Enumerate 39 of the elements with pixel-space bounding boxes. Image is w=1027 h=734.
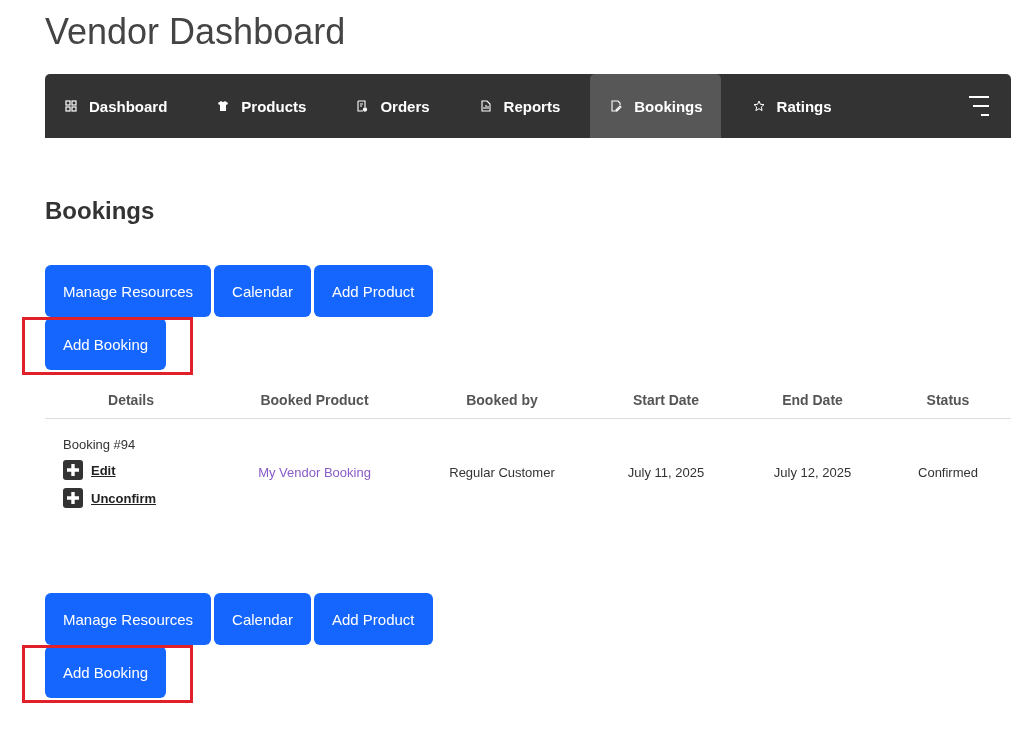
receipt-icon bbox=[356, 100, 369, 112]
section-title: Bookings bbox=[45, 196, 156, 226]
column-header: Status bbox=[925, 392, 971, 408]
action-button[interactable]: Add Booking bbox=[45, 646, 167, 698]
action-button[interactable]: Add Booking bbox=[45, 318, 167, 370]
row-action-link[interactable]: Edit bbox=[63, 460, 217, 480]
grid-icon bbox=[65, 100, 77, 112]
edit-icon bbox=[610, 100, 623, 112]
nav-tab[interactable]: Ratings bbox=[740, 74, 850, 138]
table-cell-text: July 12, 2025 bbox=[772, 465, 853, 480]
column-header: Booked Product bbox=[259, 392, 370, 408]
chart-icon bbox=[479, 100, 492, 112]
action-button[interactable]: Calendar bbox=[214, 265, 311, 317]
nav-tab[interactable]: Dashboard bbox=[53, 74, 186, 138]
table-cell-text: July 11, 2025 bbox=[626, 465, 706, 480]
nav-tab[interactable]: Orders bbox=[344, 74, 448, 138]
star-icon bbox=[752, 100, 765, 112]
action-button[interactable]: Manage Resources bbox=[45, 265, 212, 317]
column-header: Start Date bbox=[631, 392, 701, 408]
nav-tab[interactable]: Bookings bbox=[590, 74, 721, 138]
column-header: End Date bbox=[781, 392, 844, 408]
product-link[interactable]: My Vendor Booking bbox=[217, 465, 412, 480]
booking-title: Booking #94 bbox=[63, 437, 137, 452]
column-header: Booked by bbox=[465, 392, 539, 408]
plus-icon bbox=[63, 488, 83, 508]
action-button[interactable]: Manage Resources bbox=[45, 593, 212, 645]
action-button[interactable]: Calendar bbox=[214, 593, 311, 645]
nav-tab[interactable]: Products bbox=[205, 74, 325, 138]
row-action-link[interactable]: Unconfirm bbox=[63, 488, 217, 508]
action-button[interactable]: Add Product bbox=[313, 265, 433, 317]
plus-icon bbox=[63, 460, 83, 480]
table-cell-text: Regular Customer bbox=[448, 465, 556, 480]
column-header: Details bbox=[107, 392, 155, 408]
action-button[interactable]: Add Product bbox=[313, 593, 433, 645]
table-cell-text: Confirmed bbox=[917, 465, 979, 480]
page-title: Vendor Dashboard bbox=[45, 10, 347, 54]
nav-tab[interactable]: Reports bbox=[467, 74, 579, 138]
menu-icon[interactable] bbox=[967, 94, 991, 118]
shirt-icon bbox=[217, 100, 230, 112]
